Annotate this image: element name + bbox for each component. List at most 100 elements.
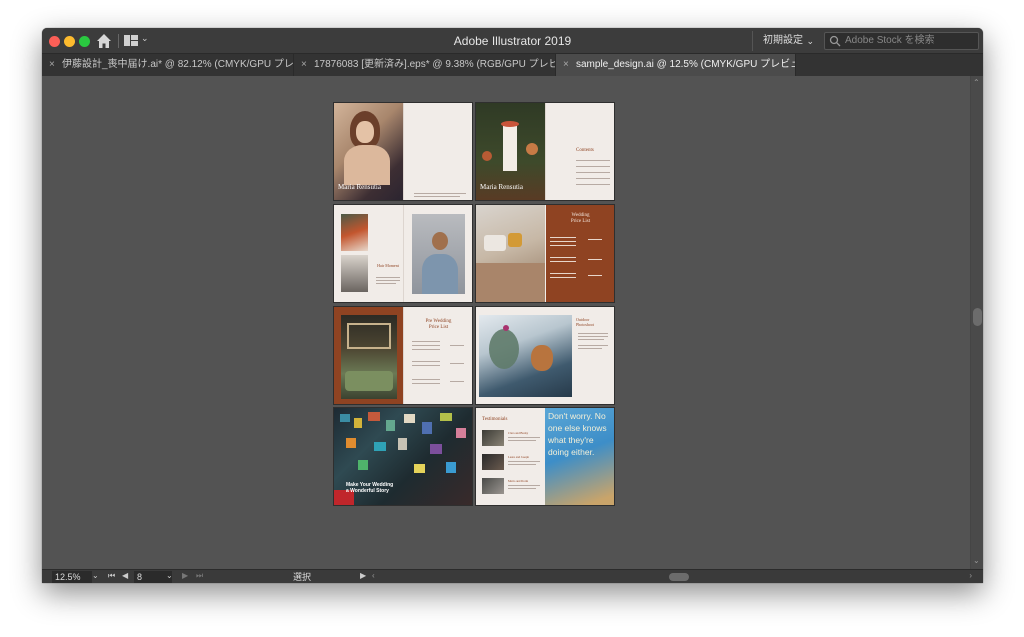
text-line <box>414 196 460 197</box>
scroll-up-icon[interactable]: ⌃ <box>973 78 980 87</box>
flower-shape <box>482 151 492 161</box>
artboard-spread-prewedding[interactable]: Pre Wedding Price List <box>333 306 473 405</box>
tab-label: 17876083 [更新済み].eps* @ 9.38% (RGB/GPU プレ… <box>314 59 556 70</box>
chevron-down-icon: ⌄ <box>806 36 814 46</box>
tab-document-2[interactable]: × 17876083 [更新済み].eps* @ 9.38% (RGB/GPU … <box>294 54 556 76</box>
chevron-down-icon[interactable]: ⌄ <box>92 571 99 580</box>
wedding-title-line2: Price List <box>570 219 591 224</box>
card-shape <box>398 438 407 450</box>
price-line <box>588 259 602 260</box>
illustrator-window: ⌄ Adobe Illustrator 2019 初期設定 ⌄ Adobe St… <box>42 28 983 583</box>
card-shape <box>374 442 386 451</box>
text-line <box>550 237 576 238</box>
text-line <box>412 345 440 346</box>
cover-name-2: Maria Rensutia <box>480 183 523 191</box>
text-line <box>578 348 602 349</box>
text-line <box>508 488 536 489</box>
denim-shape <box>422 254 458 294</box>
artboard-spread-outdoor[interactable]: Outdoor Photoshoot <box>475 306 615 405</box>
testimonials-title: Testimonials <box>482 417 508 422</box>
quote-text: Don't worry. No one else knows what they… <box>548 411 607 457</box>
scroll-down-icon[interactable]: ⌄ <box>973 556 980 565</box>
testimonial-name-2: Laura and Joseph <box>508 455 529 459</box>
close-icon[interactable]: × <box>563 54 569 76</box>
face-shape <box>356 121 374 143</box>
rug-shape <box>476 263 545 302</box>
next-page-icon[interactable]: ▶ <box>182 571 188 580</box>
artboard-spread-story[interactable]: Make Your Wedding a Wonderful Story <box>333 407 473 506</box>
text-line <box>576 160 610 161</box>
close-icon[interactable]: × <box>49 54 55 76</box>
tree-shape <box>489 329 519 369</box>
page-divider <box>545 103 546 200</box>
first-page-icon[interactable]: ⏮ <box>108 571 115 581</box>
card-shape <box>404 414 415 423</box>
window-frame-shape <box>347 323 391 349</box>
prewedding-title: Pre Wedding Price List <box>404 319 472 331</box>
horizontal-scroll-thumb[interactable] <box>669 573 689 581</box>
card-shape <box>446 462 456 473</box>
tab-document-1[interactable]: × 伊藤設計_喪中届け.ai* @ 82.12% (CMYK/GPU プレビュー… <box>42 54 294 76</box>
workspace-preset-dropdown[interactable]: 初期設定 ⌄ <box>752 31 816 51</box>
last-page-icon[interactable]: ⏭ <box>196 571 203 581</box>
artboard-spread-cover[interactable]: Maria Rensutia <box>333 102 473 201</box>
zoom-field[interactable]: 12.5% <box>52 571 92 583</box>
outdoor-title-line2: Photoshoot <box>576 322 595 327</box>
price-line <box>450 381 464 382</box>
tab-label: sample_design.ai @ 12.5% (CMYK/GPU プレビュー… <box>576 59 796 70</box>
text-line <box>412 341 440 342</box>
text-line <box>508 437 540 438</box>
text-line <box>550 273 576 274</box>
status-menu-arrow-icon[interactable]: ▶ <box>360 571 366 580</box>
text-line <box>578 345 608 346</box>
vertical-scroll-thumb[interactable] <box>973 308 982 326</box>
prewedding-title-line2: Price List <box>428 325 449 330</box>
artboard-spread-testimonials[interactable]: Testimonials Clara and Bucky Laura and J… <box>475 407 615 506</box>
chevron-down-icon[interactable]: ⌄ <box>166 571 173 580</box>
title-bar: ⌄ Adobe Illustrator 2019 初期設定 ⌄ Adobe St… <box>42 28 983 54</box>
stock-search-input[interactable]: Adobe Stock を検索 <box>824 32 979 50</box>
woman-hair-photo <box>412 214 465 294</box>
prev-page-icon[interactable]: ◀ <box>122 571 128 580</box>
card-shape <box>386 420 395 431</box>
text-line <box>412 379 440 380</box>
outdoor-title: Outdoor Photoshoot <box>576 317 614 327</box>
artboard-spread-contents[interactable]: Maria Rensutia Contents <box>475 102 615 201</box>
text-line <box>412 365 440 366</box>
close-icon[interactable]: × <box>301 54 307 76</box>
status-mode-label[interactable]: 選択 <box>252 571 352 583</box>
text-line <box>508 440 536 441</box>
card-shape <box>430 444 442 454</box>
text-line <box>412 349 440 350</box>
story-caption: Make Your Wedding a Wonderful Story <box>346 482 393 494</box>
text-line <box>508 464 536 465</box>
horizontal-scrollbar[interactable]: ‹ › <box>372 571 972 583</box>
plants-shape <box>345 371 393 391</box>
artboard-canvas[interactable]: Maria Rensutia Maria Rensutia Contents H… <box>42 76 970 569</box>
status-bar: 12.5% ⌄ ⏮ ◀ 8 ⌄ ▶ ⏭ 選択 ▶ ‹ › <box>42 569 983 583</box>
ornament-shape <box>503 325 509 331</box>
artboard-spread-hair[interactable]: Hair Moment <box>333 204 473 303</box>
search-icon <box>829 35 841 47</box>
tab-label: 伊藤設計_喪中届け.ai* @ 82.12% (CMYK/GPU プレビュー) <box>62 59 294 70</box>
cover-name: Maria Rensutia <box>338 183 381 191</box>
tab-document-3[interactable]: × sample_design.ai @ 12.5% (CMYK/GPU プレビ… <box>556 54 796 76</box>
artboard-spread-wedding[interactable]: Wedding Price List <box>475 204 615 303</box>
price-line <box>588 275 602 276</box>
text-line <box>576 172 610 173</box>
scroll-left-icon[interactable]: ‹ <box>372 571 375 580</box>
contents-title: Contents <box>576 148 594 153</box>
hair-title: Hair Moment <box>377 263 399 268</box>
pillow-shape <box>484 235 506 251</box>
vertical-scrollbar[interactable]: ⌃ ⌄ <box>970 76 983 569</box>
text-line <box>414 193 466 194</box>
card-shape <box>340 414 350 422</box>
testimonial-name-1: Clara and Bucky <box>508 431 529 435</box>
flower-shape <box>501 121 519 127</box>
bedroom-photo <box>476 205 545 302</box>
cat-christmas-photo <box>479 315 572 397</box>
text-line <box>412 383 440 384</box>
scroll-right-icon[interactable]: › <box>969 571 972 580</box>
search-placeholder: Adobe Stock を検索 <box>845 35 935 46</box>
text-line <box>576 178 610 179</box>
